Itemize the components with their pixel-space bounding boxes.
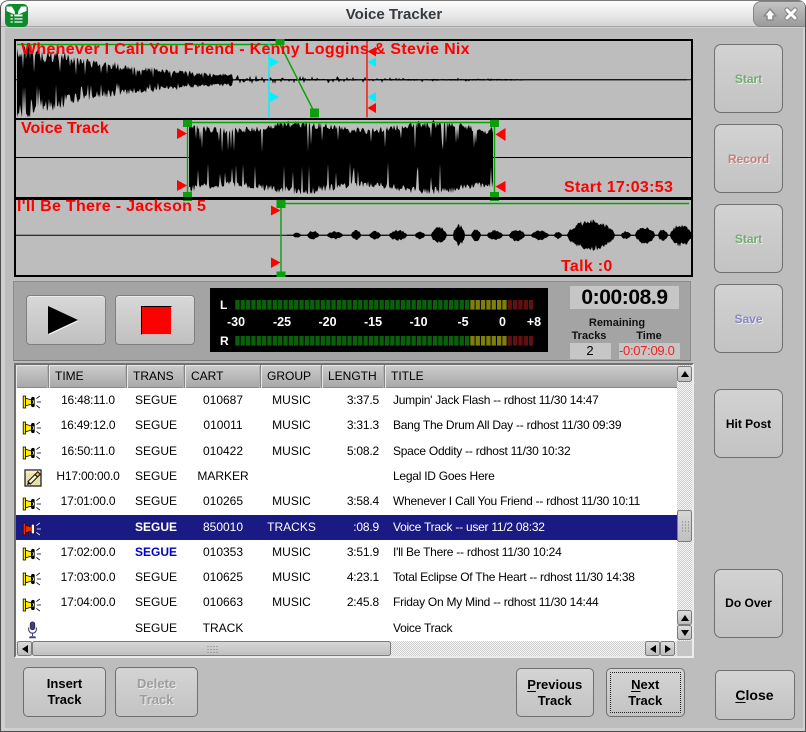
svg-text:-5: -5 (457, 315, 468, 329)
svg-text:-20: -20 (318, 315, 336, 329)
svg-text:-10: -10 (409, 315, 427, 329)
svg-text:0: 0 (499, 315, 506, 329)
svg-text:L: L (220, 298, 227, 312)
svg-text:-30: -30 (227, 315, 245, 329)
svg-text:+8: +8 (527, 315, 541, 329)
svg-text:-25: -25 (273, 315, 291, 329)
svg-text:R: R (220, 334, 229, 348)
svg-text:-15: -15 (364, 315, 382, 329)
